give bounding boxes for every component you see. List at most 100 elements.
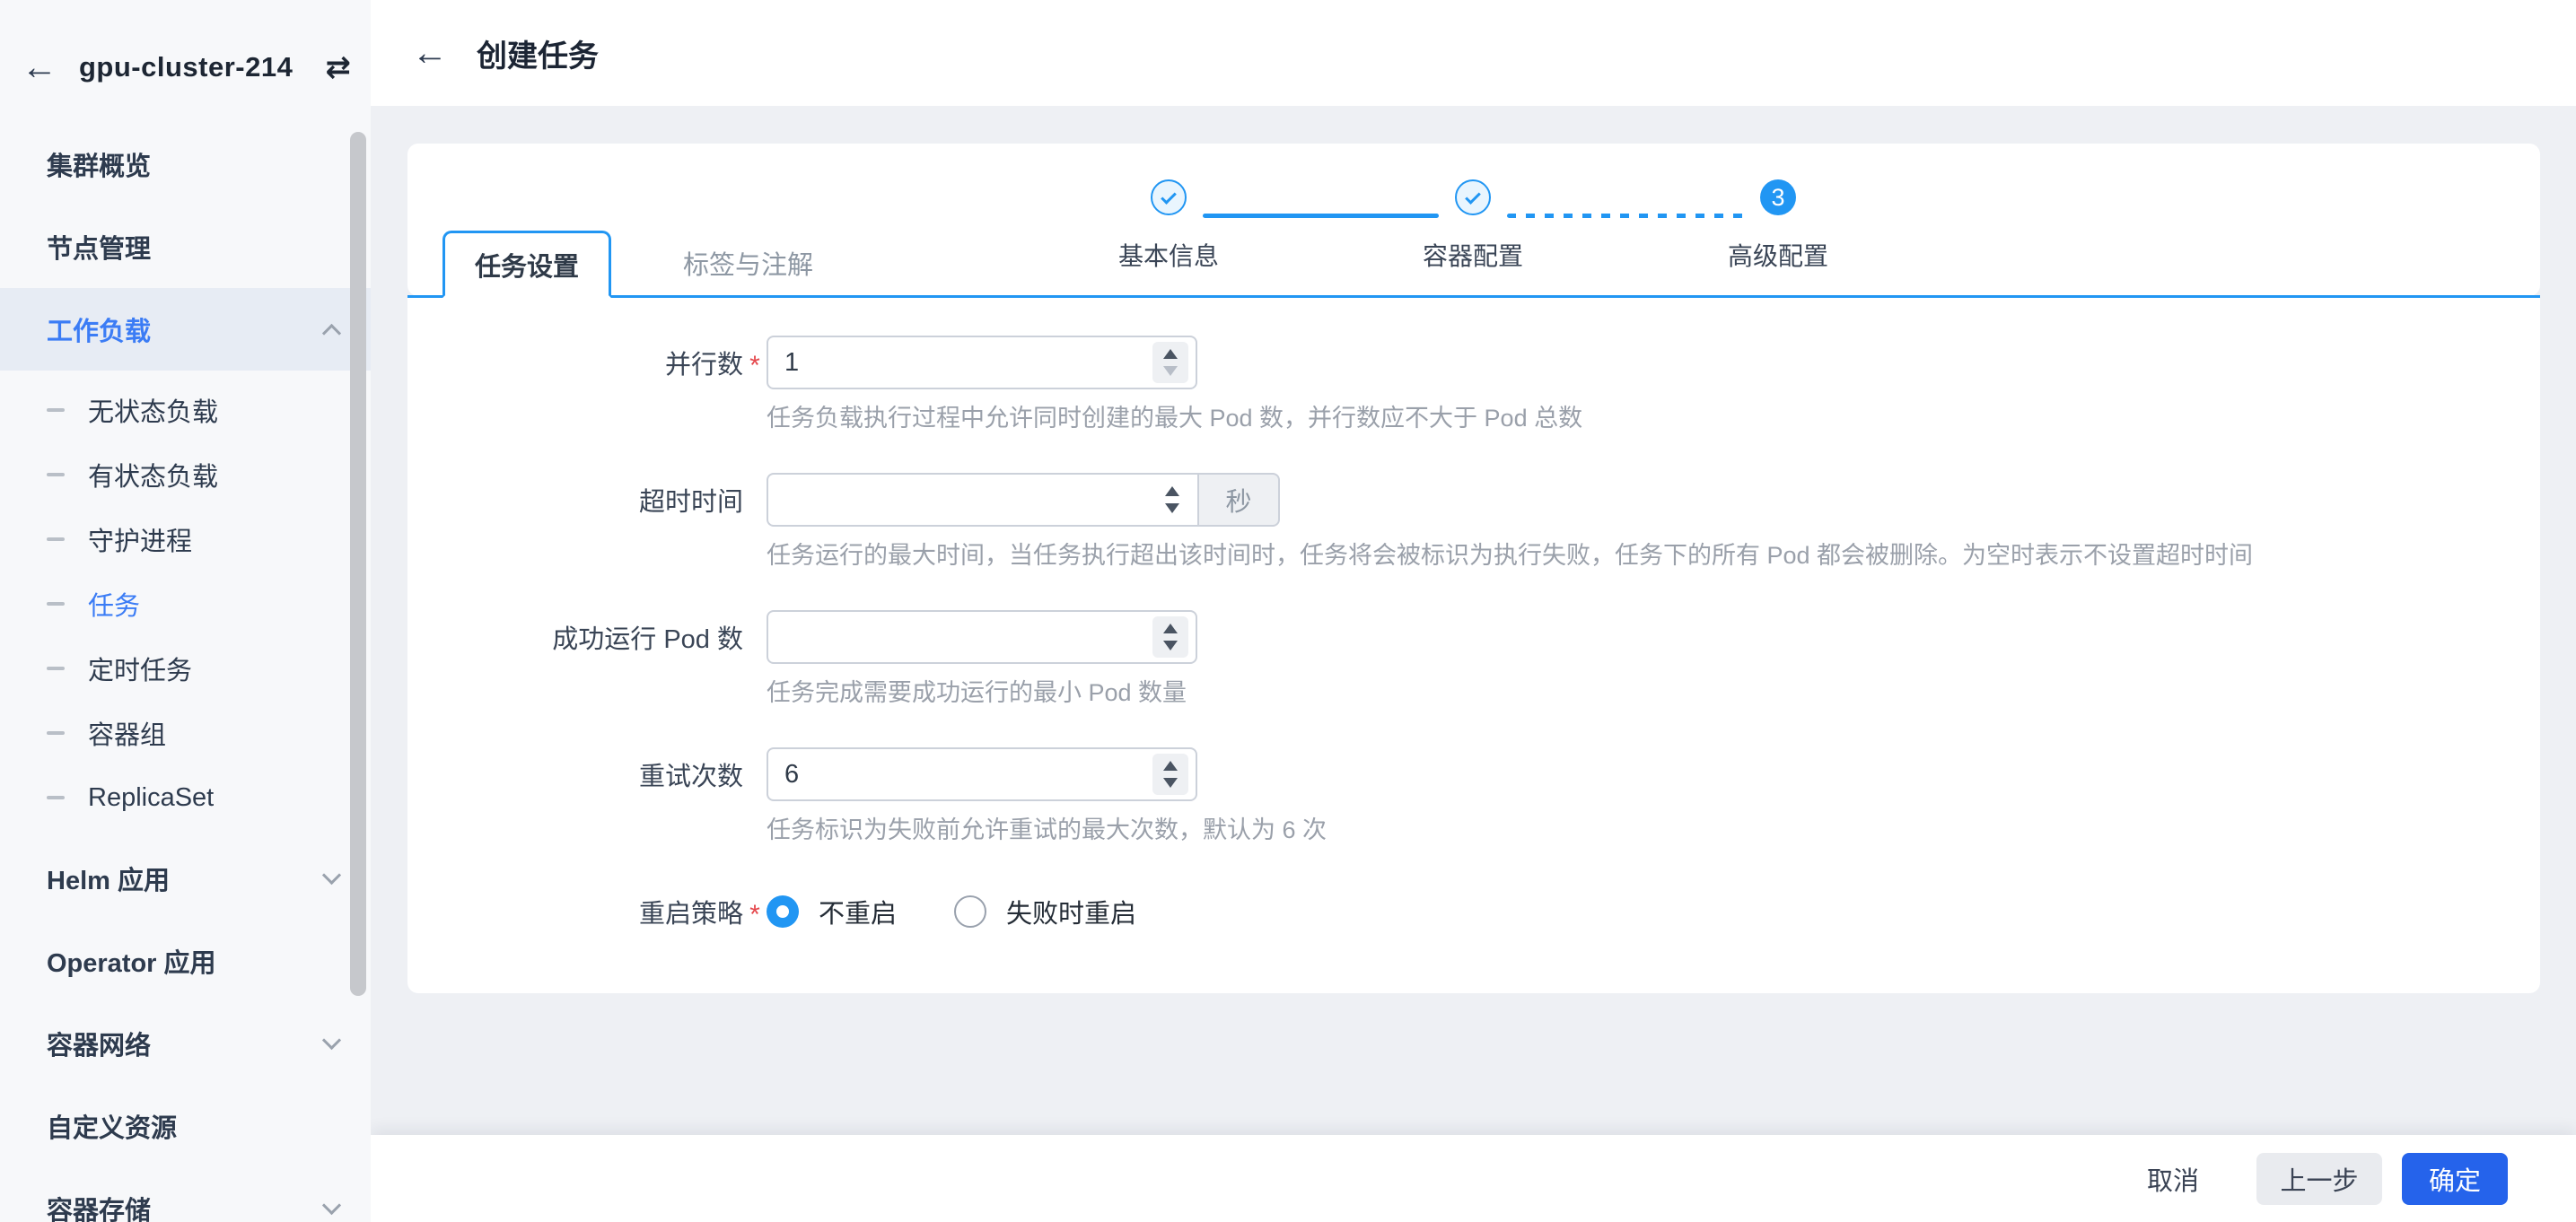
check-icon	[1465, 188, 1481, 205]
field-control: 任务负载执行过程中允许同时创建的最大 Pod 数，并行数应不大于 Pod 总数	[767, 336, 1582, 433]
field-label: 成功运行 Pod 数	[552, 618, 743, 656]
sidebar-item-label: 节点管理	[47, 228, 151, 266]
cancel-button[interactable]: 取消	[2147, 1160, 2199, 1198]
sidebar-item-container-storage[interactable]: 容器存储	[0, 1167, 371, 1222]
chevron-down-icon	[322, 865, 341, 884]
dash-icon	[47, 796, 65, 799]
app-screen: ← gpu-cluster-214 ⇄ 集群概览 节点管理 工作负载 无状态负载…	[0, 0, 2576, 1222]
sidebar-item-cronjobs[interactable]: 定时任务	[0, 636, 371, 701]
form-row-parallelism: 并行数 * 任务负载执行过程中允许同时创建的最大 Pod 数，并行数应	[407, 336, 2540, 433]
number-spinner[interactable]	[1152, 754, 1188, 795]
field-label-cell: 重启策略 *	[407, 885, 767, 938]
parallelism-input-box	[767, 336, 1197, 389]
sidebar-item-label: ReplicaSet	[88, 783, 214, 813]
sidebar-item-jobs[interactable]: 任务	[0, 572, 371, 636]
sidebar-item-statefulsets[interactable]: 有状态负载	[0, 442, 371, 507]
radio-option-never[interactable]: 不重启	[767, 885, 897, 938]
sidebar-item-label: 容器组	[88, 714, 166, 752]
tab-labels-annotations[interactable]: 标签与注解	[674, 231, 822, 295]
field-label: 并行数	[665, 344, 743, 381]
previous-step-button[interactable]: 上一步	[2256, 1153, 2382, 1205]
spin-down-icon[interactable]	[1163, 366, 1178, 376]
dash-icon	[47, 537, 65, 541]
form-row-completions: 成功运行 Pod 数 任务完成需要成功运行的最小 Pod 数量	[407, 610, 2540, 708]
dash-icon	[47, 473, 65, 476]
spin-up-icon[interactable]	[1163, 624, 1178, 633]
radio-label: 失败时重启	[1006, 893, 1136, 930]
tab-bar: 任务设置 标签与注解	[407, 231, 2540, 298]
spin-down-icon[interactable]	[1165, 503, 1179, 513]
sidebar-item-deployments[interactable]: 无状态负载	[0, 378, 371, 442]
cluster-title: gpu-cluster-214	[79, 51, 293, 83]
required-asterisk-placeholder	[743, 771, 767, 778]
sidebar-item-container-network[interactable]: 容器网络	[0, 1002, 371, 1085]
number-spinner[interactable]	[1152, 342, 1188, 383]
back-arrow-icon[interactable]: ←	[22, 49, 57, 85]
radio-option-on-failure[interactable]: 失败时重启	[954, 885, 1136, 938]
spin-down-icon[interactable]	[1163, 778, 1178, 788]
confirm-button[interactable]: 确定	[2402, 1153, 2508, 1205]
job-settings-form: 并行数 * 任务负载执行过程中允许同时创建的最大 Pod 数，并行数应	[407, 298, 2540, 993]
sidebar-item-custom-resources[interactable]: 自定义资源	[0, 1085, 371, 1167]
field-label-cell: 超时时间	[407, 473, 767, 527]
number-spinner[interactable]	[1152, 616, 1188, 658]
required-asterisk-placeholder	[743, 496, 767, 503]
sidebar-item-node-management[interactable]: 节点管理	[0, 205, 371, 288]
field-help-text: 任务运行的最大时间，当任务执行超出该时间时，任务将会被标识为执行失败，任务下的所…	[767, 536, 2253, 571]
step-done-circle	[1455, 179, 1491, 215]
form-row-backoff-limit: 重试次数 任务标识为失败前允许重试的最大次数，默认为 6 次	[407, 747, 2540, 845]
sidebar-item-workloads[interactable]: 工作负载	[0, 288, 371, 371]
switch-cluster-icon[interactable]: ⇄	[326, 49, 352, 85]
number-spinner[interactable]	[1154, 479, 1190, 520]
page-header: ← 创建任务	[371, 0, 2576, 106]
spin-up-icon[interactable]	[1165, 486, 1179, 496]
field-control: 任务完成需要成功运行的最小 Pod 数量	[767, 610, 1197, 708]
back-arrow-icon[interactable]: ←	[412, 35, 448, 71]
completions-input[interactable]	[784, 623, 1152, 652]
field-help-text: 任务负载执行过程中允许同时创建的最大 Pod 数，并行数应不大于 Pod 总数	[767, 398, 1582, 433]
retry-input-box	[767, 747, 1197, 801]
radio-checked-icon[interactable]	[767, 895, 799, 928]
sidebar-item-label: 容器网络	[47, 1025, 151, 1062]
sidebar-item-label: 自定义资源	[47, 1107, 177, 1145]
divider	[0, 371, 371, 378]
completions-input-box	[767, 610, 1197, 664]
form-row-timeout: 超时时间 秒 任务运行的最大时间，当任务执行	[407, 473, 2540, 571]
field-label: 重试次数	[639, 755, 743, 793]
required-asterisk: *	[743, 344, 767, 381]
retry-input[interactable]	[784, 760, 1152, 790]
sidebar-item-label: 集群概览	[47, 145, 151, 183]
sidebar-item-replicasets[interactable]: ReplicaSet	[0, 765, 371, 830]
spin-up-icon[interactable]	[1163, 349, 1178, 359]
sidebar-item-daemonsets[interactable]: 守护进程	[0, 507, 371, 572]
step-current-circle: 3	[1760, 179, 1796, 215]
sidebar-item-pods[interactable]: 容器组	[0, 701, 371, 765]
radio-label: 不重启	[819, 893, 897, 930]
radio-unchecked-icon[interactable]	[954, 895, 986, 928]
sidebar-item-operator-apps[interactable]: Operator 应用	[0, 920, 371, 1002]
spin-down-icon[interactable]	[1163, 641, 1178, 650]
field-control: 秒 任务运行的最大时间，当任务执行超出该时间时，任务将会被标识为执行失败，任务下…	[767, 473, 2253, 571]
field-label: 超时时间	[639, 481, 743, 519]
dash-icon	[47, 602, 65, 606]
form-footer: 取消 上一步 确定	[371, 1135, 2576, 1222]
number-input-group	[767, 610, 1197, 664]
spin-up-icon[interactable]	[1163, 761, 1178, 771]
field-control: 任务标识为失败前允许重试的最大次数，默认为 6 次	[767, 747, 1327, 845]
timeout-input[interactable]	[784, 485, 1154, 515]
parallelism-input[interactable]	[784, 348, 1152, 378]
tab-job-settings[interactable]: 任务设置	[442, 231, 611, 298]
page-title: 创建任务	[477, 31, 599, 75]
dash-icon	[47, 667, 65, 670]
sidebar-item-label: 守护进程	[88, 520, 192, 558]
dash-icon	[47, 408, 65, 412]
sidebar-item-label: 定时任务	[88, 650, 192, 687]
sidebar-item-cluster-overview[interactable]: 集群概览	[0, 123, 371, 205]
main-area: ← 创建任务 基本信息 容器配置 3 高级配置 任务设置 标签与注解	[371, 0, 2576, 1222]
sidebar-item-label: 工作负载	[47, 310, 151, 348]
sidebar-scrollbar[interactable]	[350, 132, 366, 996]
unit-suffix-seconds: 秒	[1197, 473, 1280, 527]
step-done-circle	[1151, 179, 1187, 215]
sidebar-item-label: 容器存储	[47, 1190, 151, 1222]
sidebar-item-helm-apps[interactable]: Helm 应用	[0, 837, 371, 920]
